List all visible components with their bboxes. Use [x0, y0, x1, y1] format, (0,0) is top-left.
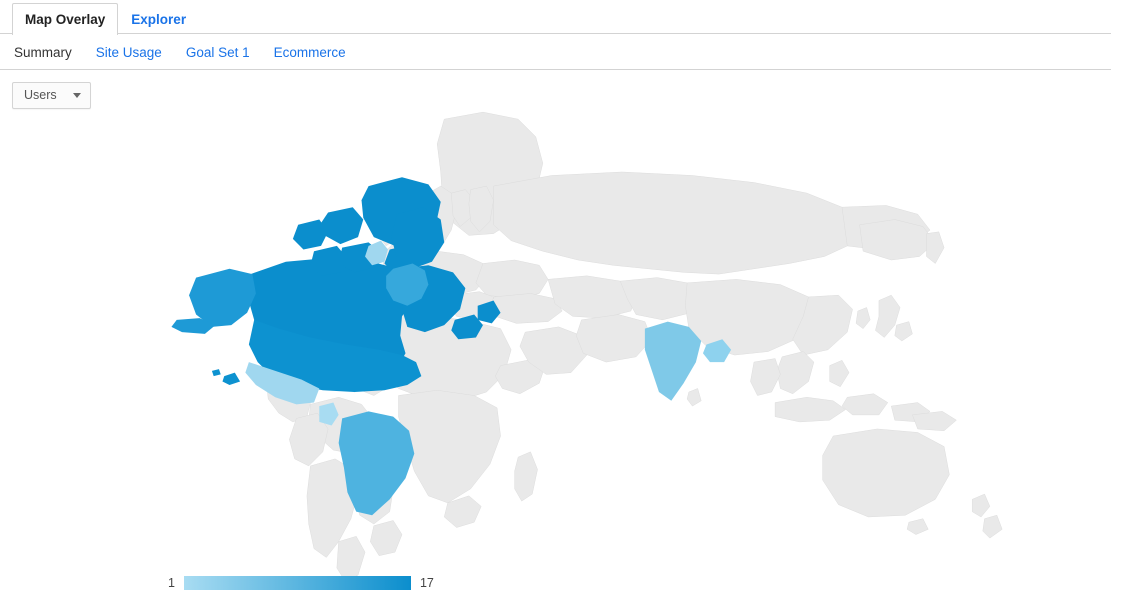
tab-list: Map Overlay Explorer [12, 2, 199, 35]
legend-max-value: 17 [419, 575, 434, 590]
metric-select-label: Users [24, 88, 57, 102]
subnav-item-summary[interactable]: Summary [14, 45, 72, 60]
chevron-down-icon [72, 92, 81, 98]
tab-bar: Map Overlay Explorer [0, 0, 1111, 35]
sub-navigation: Summary Site Usage Goal Set 1 Ecommerce [0, 34, 1111, 70]
map-overlay-chart: 1 17 [0, 101, 1123, 611]
legend-gradient-bar [183, 576, 411, 590]
subnav-item-goal-set-1[interactable]: Goal Set 1 [186, 45, 250, 60]
map-legend: 1 17 [168, 576, 434, 590]
tab-explorer[interactable]: Explorer [118, 3, 199, 36]
legend-min-value: 1 [168, 575, 175, 590]
tab-map-overlay[interactable]: Map Overlay [12, 2, 119, 35]
world-choropleth-map[interactable] [138, 98, 1018, 598]
subnav-item-site-usage[interactable]: Site Usage [96, 45, 162, 60]
subnav-item-ecommerce[interactable]: Ecommerce [274, 45, 346, 60]
